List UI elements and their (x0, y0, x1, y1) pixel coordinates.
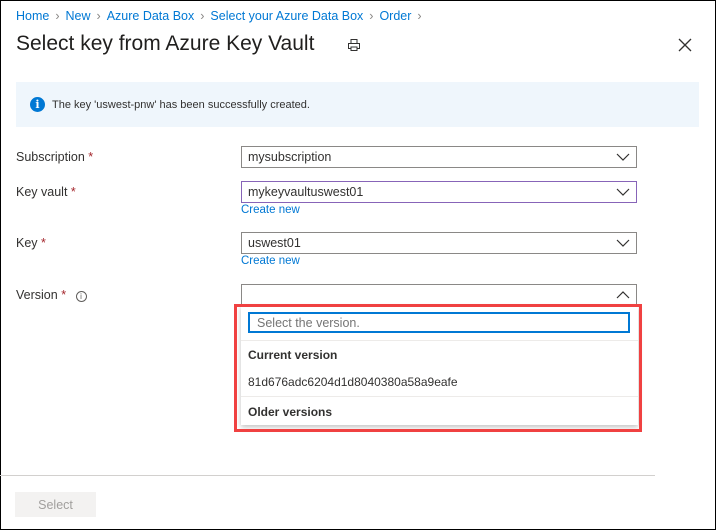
select-button[interactable]: Select (15, 492, 96, 517)
close-icon[interactable] (678, 38, 692, 52)
key-vault-dropdown[interactable]: mykeyvaultuswest01 (241, 181, 637, 203)
window-frame (0, 0, 716, 530)
breadcrumb-home[interactable]: Home (16, 9, 49, 23)
footer-divider (0, 475, 655, 476)
info-icon: i (30, 97, 45, 112)
subscription-label: Subscription * (16, 150, 94, 164)
banner-message: The key 'uswest-pnw' has been successful… (52, 98, 310, 111)
page-title: Select key from Azure Key Vault (16, 32, 315, 55)
info-icon[interactable]: i (75, 291, 87, 302)
key-dropdown[interactable]: uswest01 (241, 232, 637, 254)
key-vault-create-new-link[interactable]: Create new (241, 204, 300, 216)
key-vault-value: mykeyvaultuswest01 (248, 185, 364, 199)
subscription-value: mysubscription (248, 150, 332, 164)
print-icon[interactable] (347, 38, 361, 52)
breadcrumb-azure-data-box[interactable]: Azure Data Box (107, 9, 195, 23)
chevron-right-icon: › (200, 9, 205, 23)
success-banner: i The key 'uswest-pnw' has been successf… (16, 82, 699, 127)
key-label: Key * (16, 236, 46, 250)
chevron-down-icon (616, 239, 630, 247)
chevron-right-icon: › (417, 9, 422, 23)
chevron-right-icon: › (96, 9, 101, 23)
subscription-dropdown[interactable]: mysubscription (241, 146, 637, 168)
breadcrumb-order[interactable]: Order (379, 9, 411, 23)
version-label: Version * i (16, 288, 87, 302)
key-create-new-link[interactable]: Create new (241, 255, 300, 267)
version-dropdown[interactable] (241, 284, 637, 306)
key-value: uswest01 (248, 236, 301, 250)
chevron-down-icon (616, 188, 630, 196)
breadcrumb-new[interactable]: New (66, 9, 91, 23)
breadcrumb: Home › New › Azure Data Box › Select your A… (16, 9, 422, 23)
chevron-down-icon (616, 153, 630, 161)
highlight-box (234, 304, 642, 432)
chevron-right-icon: › (55, 9, 60, 23)
chevron-up-icon (616, 291, 630, 299)
breadcrumb-select-data-box[interactable]: Select your Azure Data Box (210, 9, 363, 23)
chevron-right-icon: › (369, 9, 374, 23)
key-vault-label: Key vault * (16, 185, 76, 199)
